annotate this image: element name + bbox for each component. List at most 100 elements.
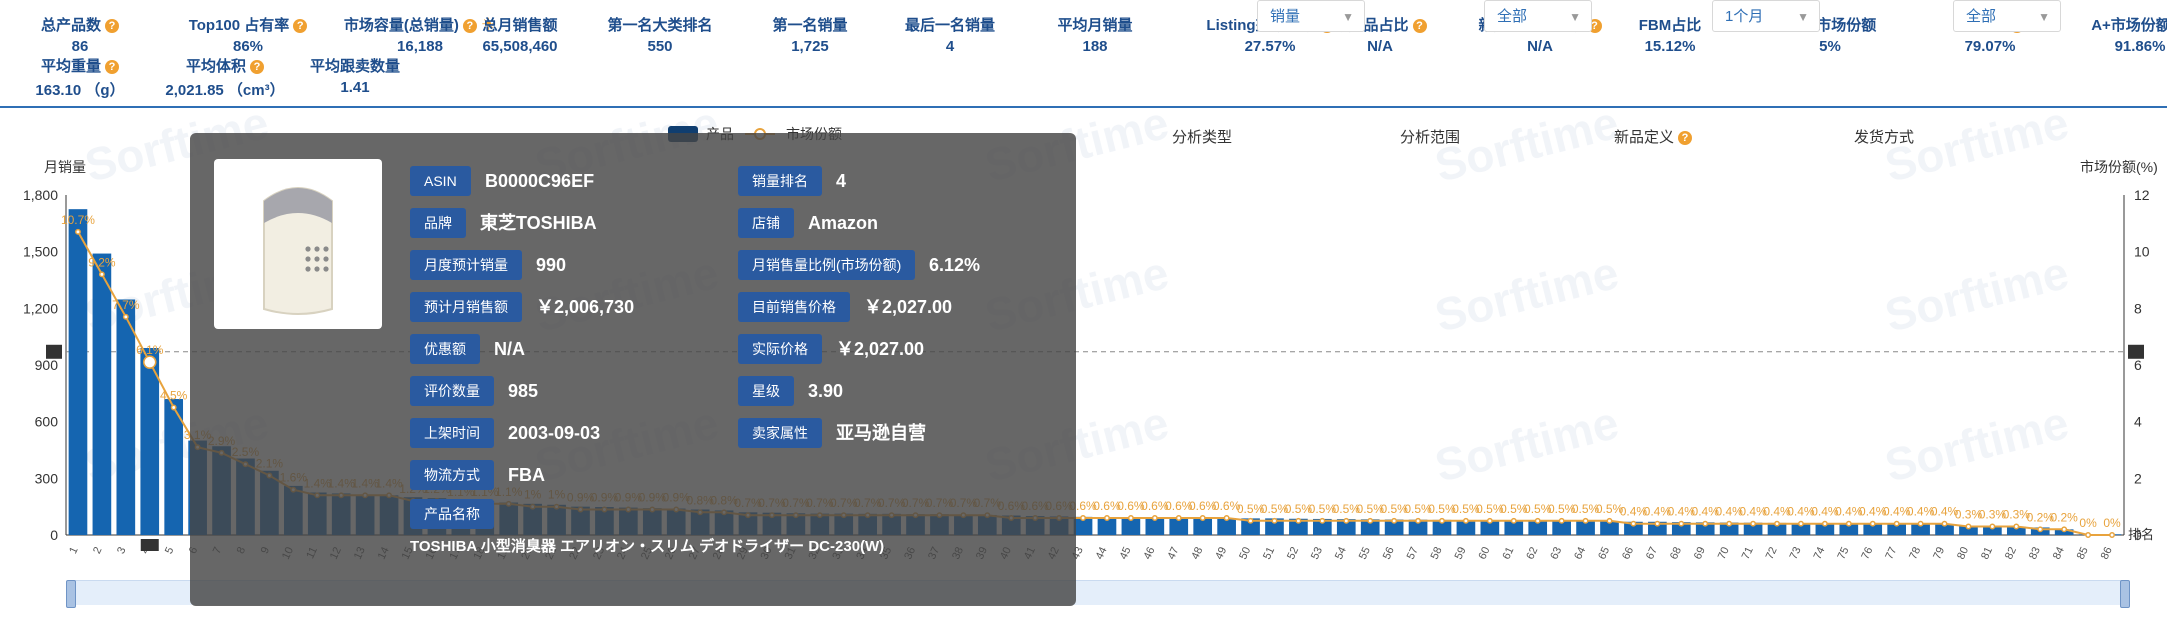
tooltip-field-value: 亚马逊自营 xyxy=(836,423,926,443)
share-point[interactable] xyxy=(1678,520,1685,527)
share-point[interactable] xyxy=(1917,520,1924,527)
control-select-value: 全部 xyxy=(1966,8,1997,25)
share-point[interactable] xyxy=(1965,523,1972,530)
stat-value: 5% xyxy=(1819,38,1841,55)
share-point[interactable] xyxy=(1606,517,1613,524)
share-point[interactable] xyxy=(1534,517,1541,524)
stat-label-text: 第一名销量 xyxy=(772,17,848,34)
zoom-handle-right[interactable] xyxy=(2120,580,2130,608)
share-point[interactable] xyxy=(1774,520,1780,527)
control-select[interactable]: 全部 ▼ xyxy=(1953,0,2061,32)
share-point[interactable] xyxy=(1127,515,1134,521)
y-tick-left: 1,500 xyxy=(23,244,58,260)
share-point[interactable] xyxy=(1845,520,1852,527)
share-point[interactable] xyxy=(1893,520,1900,527)
share-point[interactable] xyxy=(1486,517,1493,524)
share-point[interactable] xyxy=(1941,520,1948,527)
share-label: 10.7% xyxy=(61,213,95,227)
share-point[interactable] xyxy=(1989,523,1996,530)
average-marker-right xyxy=(2128,344,2144,359)
stat-value: 86% xyxy=(232,38,264,55)
share-point[interactable] xyxy=(1654,520,1661,527)
share-point[interactable] xyxy=(1582,517,1589,524)
stat-label: 平均重量? xyxy=(0,55,160,76)
share-point[interactable] xyxy=(1510,517,1517,524)
stat-label-text: 平均体积 xyxy=(185,58,246,75)
stat-value: 4 xyxy=(945,38,955,55)
share-point[interactable] xyxy=(2037,526,2044,533)
share-point[interactable] xyxy=(122,313,129,320)
share-point[interactable] xyxy=(1797,520,1804,527)
stat-item: 平均跟卖数量 1.41 xyxy=(275,55,435,96)
share-point[interactable] xyxy=(1462,517,1469,524)
control-select[interactable]: 销量 ▼ xyxy=(1257,0,1365,32)
help-icon[interactable]: ? xyxy=(1678,131,1693,145)
share-label: 0% xyxy=(2079,516,2097,530)
tooltip-field-value: 6.12% xyxy=(929,255,981,275)
share-point[interactable] xyxy=(1439,517,1445,524)
x-tick-label: 66 xyxy=(1620,545,1636,561)
x-tick-label: 85 xyxy=(2075,545,2091,561)
stat-label: 平均月销量 xyxy=(1015,14,1175,35)
help-icon[interactable]: ? xyxy=(293,19,308,33)
share-point[interactable] xyxy=(1726,520,1733,527)
tooltip-field-value: 東芝TOSHIBA xyxy=(480,213,597,233)
x-tick-label: 68 xyxy=(1668,545,1684,561)
stat-label-text: 最后一名销量 xyxy=(904,17,995,34)
help-icon[interactable]: ? xyxy=(250,60,264,74)
share-point[interactable] xyxy=(1821,520,1828,527)
stat-label: 第一名大类排名 xyxy=(580,14,740,35)
share-point[interactable] xyxy=(1367,517,1374,524)
control-select[interactable]: 1个月 ▼ xyxy=(1712,0,1820,32)
share-point[interactable] xyxy=(1271,517,1278,524)
help-icon[interactable]: ? xyxy=(105,19,119,33)
y-tick-left: 600 xyxy=(35,414,59,430)
tooltip-field-value: 990 xyxy=(536,255,567,275)
share-point[interactable] xyxy=(1558,517,1565,524)
chevron-down-icon: ▼ xyxy=(1342,10,1354,24)
x-tick-label: 45 xyxy=(1118,545,1134,561)
control-label-text: 分析范围 xyxy=(1400,129,1461,146)
share-point[interactable] xyxy=(1415,517,1422,524)
share-point[interactable] xyxy=(2061,526,2068,533)
share-point[interactable] xyxy=(143,355,157,369)
share-point[interactable] xyxy=(1223,515,1230,521)
share-point[interactable] xyxy=(2085,532,2092,538)
share-point[interactable] xyxy=(1630,520,1637,527)
share-point[interactable] xyxy=(2109,532,2115,538)
tooltip-field-value: ￥2,027.00 xyxy=(864,297,953,317)
share-point[interactable] xyxy=(1319,517,1326,524)
help-icon[interactable]: ? xyxy=(1412,19,1427,33)
share-point[interactable] xyxy=(1391,517,1398,524)
share-point[interactable] xyxy=(1104,515,1110,521)
share-label: 9.2% xyxy=(88,255,116,269)
share-point[interactable] xyxy=(75,228,81,235)
share-point[interactable] xyxy=(1175,515,1182,521)
x-tick-label: 67 xyxy=(1644,545,1660,561)
x-tick-label: 86 xyxy=(2099,545,2115,561)
share-point[interactable] xyxy=(1199,515,1206,521)
zoom-handle-left[interactable] xyxy=(66,580,76,608)
share-point[interactable] xyxy=(1869,520,1876,527)
bar[interactable] xyxy=(92,253,112,536)
share-point[interactable] xyxy=(1247,517,1254,524)
y-tick-right: 6 xyxy=(2134,357,2142,373)
share-point[interactable] xyxy=(1702,520,1709,527)
share-point[interactable] xyxy=(1080,515,1086,521)
share-point[interactable] xyxy=(1343,517,1350,524)
stat-item: 最后一名销量 4 xyxy=(870,14,1030,55)
bar[interactable] xyxy=(68,209,88,535)
share-point[interactable] xyxy=(1750,520,1757,527)
share-point[interactable] xyxy=(98,271,105,278)
bar[interactable] xyxy=(116,299,136,535)
share-point[interactable] xyxy=(2013,523,2020,530)
x-tick-label: 82 xyxy=(2003,545,2019,561)
share-point[interactable] xyxy=(1295,517,1302,524)
share-point[interactable] xyxy=(170,404,177,411)
y-tick-left: 0 xyxy=(50,527,58,543)
y-tick-left: 1,200 xyxy=(23,300,58,316)
control-select[interactable]: 全部 ▼ xyxy=(1484,0,1592,32)
help-icon[interactable]: ? xyxy=(105,60,119,74)
share-point[interactable] xyxy=(1151,515,1158,521)
stat-value: 163.10 （g） xyxy=(35,82,125,99)
